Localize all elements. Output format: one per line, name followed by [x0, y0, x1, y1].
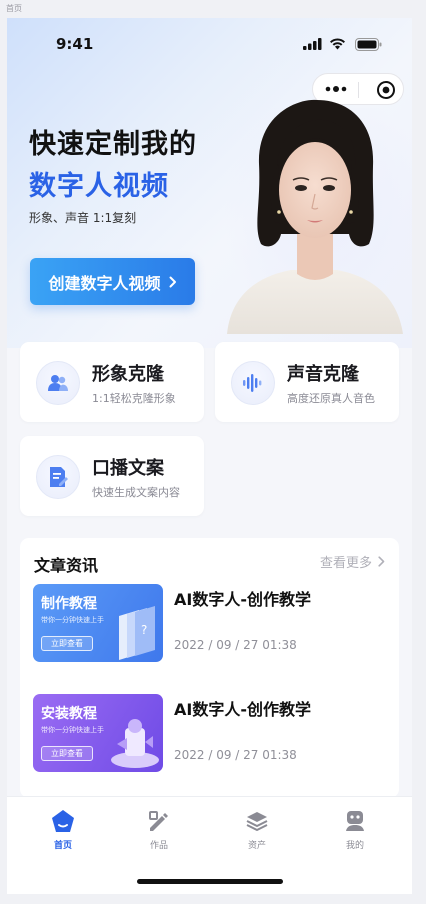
- articles-section: 文章资讯 查看更多 制作教程 带你一分钟快速上手 立即查看 ? AI数字人-创作…: [20, 538, 399, 798]
- feature-subtitle: 1:1轻松克隆形象: [92, 392, 176, 405]
- tab-assets[interactable]: 资产: [227, 807, 287, 851]
- article-title: AI数字人-创作教学: [174, 700, 311, 719]
- wifi-icon: [330, 38, 345, 50]
- tab-label: 首页: [53, 841, 72, 851]
- feature-icon-wrap: [36, 361, 80, 405]
- hero-subline: 形象、声音 1:1复刻: [29, 211, 137, 225]
- user-clone-icon: [48, 375, 68, 391]
- feature-subtitle: 快速生成文案内容: [92, 486, 180, 499]
- tab-works[interactable]: 作品: [129, 807, 189, 851]
- hero-banner: 9:41 快速定制我的 数字人视频 形象、声音 1:1复刻 创建数字人视频: [7, 18, 412, 348]
- works-icon: [149, 811, 168, 831]
- tab-label: 资产: [247, 841, 266, 851]
- digital-human-portrait: [227, 99, 403, 334]
- thumb-view-button: 立即查看: [41, 636, 93, 651]
- install-illustration-icon: [111, 719, 159, 768]
- thumb-title: 安装教程: [41, 706, 97, 722]
- frame-label: 首页: [6, 4, 22, 13]
- feature-title: 声音克隆: [287, 364, 359, 385]
- thumb-view-button: 立即查看: [41, 746, 93, 761]
- signal-icon: [303, 38, 322, 50]
- status-bar: 9:41: [7, 18, 412, 70]
- feature-title: 形象克隆: [92, 364, 164, 385]
- feature-card-voice-clone[interactable]: 声音克隆 高度还原真人音色: [215, 342, 399, 422]
- battery-icon: [355, 38, 382, 51]
- home-icon: [52, 810, 74, 832]
- chevron-right-icon: [169, 276, 176, 287]
- svg-text:?: ?: [141, 623, 147, 637]
- create-video-label: 创建数字人视频: [48, 273, 161, 293]
- article-date: 2022 / 09 / 27 01:38: [174, 638, 297, 652]
- hero-headline-line1: 快速定制我的: [29, 129, 197, 160]
- thumb-subtitle: 带你一分钟快速上手: [41, 616, 104, 624]
- feature-icon-wrap: [231, 361, 275, 405]
- tab-home[interactable]: 首页: [33, 807, 93, 851]
- create-video-button[interactable]: 创建数字人视频: [30, 258, 195, 305]
- tab-profile[interactable]: 我的: [325, 807, 385, 851]
- article-thumbnail: 安装教程 带你一分钟快速上手 立即查看: [33, 694, 163, 772]
- tab-label: 作品: [149, 841, 168, 851]
- status-time: 9:41: [56, 35, 94, 53]
- see-more-link[interactable]: 查看更多: [320, 552, 385, 571]
- feature-card-image-clone[interactable]: 形象克隆 1:1轻松克隆形象: [20, 342, 204, 422]
- article-item[interactable]: 制作教程 带你一分钟快速上手 立即查看 ? AI数字人-创作教学 2022 / …: [33, 584, 385, 662]
- tab-label: 我的: [345, 841, 364, 851]
- profile-icon: [346, 811, 364, 831]
- feature-card-script[interactable]: 口播文案 快速生成文案内容: [20, 436, 204, 516]
- feature-icon-wrap: [36, 455, 80, 499]
- article-thumbnail: 制作教程 带你一分钟快速上手 立即查看 ?: [33, 584, 163, 662]
- phone-screen: 9:41 快速定制我的 数字人视频 形象、声音 1:1复刻 创建数字人视频 形象…: [7, 18, 412, 894]
- home-indicator: [137, 879, 283, 884]
- feature-subtitle: 高度还原真人音色: [287, 392, 375, 405]
- book-stack-icon: ?: [119, 606, 155, 660]
- hero-headline-line2: 数字人视频: [29, 171, 169, 202]
- sound-wave-icon: [243, 374, 262, 392]
- thumb-subtitle: 带你一分钟快速上手: [41, 726, 104, 734]
- article-title: AI数字人-创作教学: [174, 590, 311, 609]
- section-title: 文章资讯: [34, 556, 99, 575]
- thumb-title: 制作教程: [41, 596, 97, 612]
- document-edit-icon: [50, 467, 68, 487]
- article-item[interactable]: 安装教程 带你一分钟快速上手 立即查看 AI数字人-创作教学 2022 / 09…: [33, 694, 385, 772]
- article-date: 2022 / 09 / 27 01:38: [174, 748, 297, 762]
- see-more-label: 查看更多: [319, 556, 372, 571]
- feature-title: 口播文案: [92, 458, 164, 479]
- chevron-right-icon: [378, 556, 385, 567]
- assets-icon: [246, 812, 268, 831]
